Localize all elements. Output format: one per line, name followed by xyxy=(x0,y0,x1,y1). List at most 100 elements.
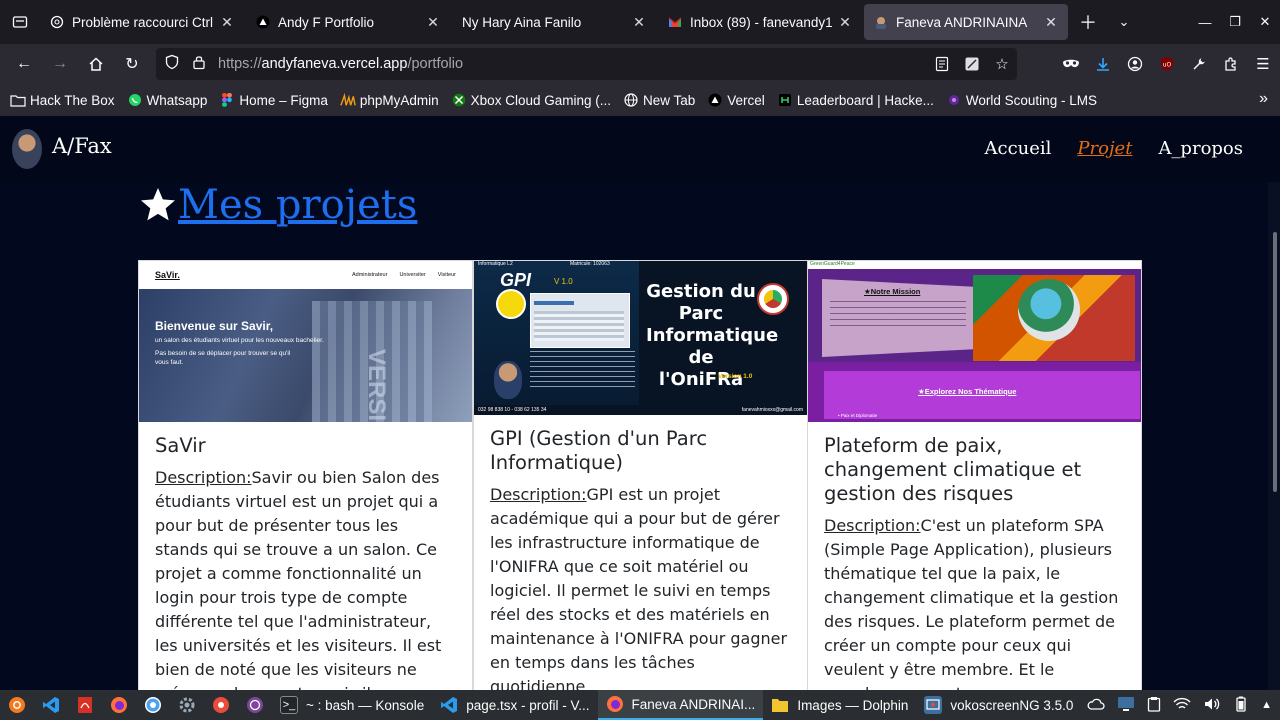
tab-ny-hary[interactable]: Ny Hary Aina Fanilo ✕ xyxy=(452,4,656,40)
card-body: Plateform de paix, changement climatique… xyxy=(808,422,1141,690)
task-label: Images — Dolphin xyxy=(797,697,909,713)
project-card-paix[interactable]: GreenGuard4Peace ★Notre Mission ★Explore… xyxy=(807,260,1142,690)
bookmark-new-tab[interactable]: New Tab xyxy=(623,92,695,108)
toolbar-icons: uO ☰ xyxy=(1062,48,1272,80)
navigation-toolbar: ← → ↻ https://andyfaneva.vercel.app/port… xyxy=(0,44,1280,84)
pinned-chrome[interactable] xyxy=(136,690,170,720)
tab-overflow-button[interactable]: ⌄ xyxy=(1106,4,1142,40)
download-icon[interactable] xyxy=(1094,55,1112,73)
back-button[interactable]: ← xyxy=(6,48,42,80)
launcher-button[interactable] xyxy=(0,690,34,720)
description-label: Description: xyxy=(155,468,252,487)
project-card-savir[interactable]: SaVir. Administrateur Universiter Visite… xyxy=(138,260,473,690)
thumb-big1: Gestion du xyxy=(646,281,756,302)
forward-button[interactable]: → xyxy=(42,48,78,80)
pinned-vscode[interactable] xyxy=(34,690,68,720)
task-vscode[interactable]: page.tsx - profil - V... xyxy=(432,690,597,720)
bookmark-figma[interactable]: Home – Figma xyxy=(219,92,328,108)
task-konsole[interactable]: >_ ~ : bash — Konsole xyxy=(272,690,432,720)
description-text: C'est un plateform SPA (Simple Page Appl… xyxy=(824,516,1119,690)
bookmark-xbox[interactable]: Xbox Cloud Gaming (... xyxy=(451,92,611,108)
tab-faneva-active[interactable]: Faneva ANDRINAINA ✕ xyxy=(864,4,1068,40)
close-tab-icon[interactable]: ✕ xyxy=(220,14,234,31)
tab-andy-portfolio[interactable]: Andy F Portfolio ✕ xyxy=(246,4,450,40)
pinned-firefox[interactable] xyxy=(102,690,136,720)
minimize-button[interactable]: — xyxy=(1190,7,1220,37)
thumb-logo: SaVir. xyxy=(155,270,180,280)
tray-expand-icon[interactable]: ▲ xyxy=(1261,699,1272,711)
bookmark-label: Xbox Cloud Gaming (... xyxy=(470,92,611,108)
wrench-icon[interactable] xyxy=(1190,55,1208,73)
thumb-mission: ★Notre Mission xyxy=(864,287,921,296)
site-header: A/Fax Accueil Projet A_propos xyxy=(0,116,1280,182)
pdf-icon xyxy=(78,697,92,713)
close-tab-icon[interactable]: ✕ xyxy=(1044,14,1058,31)
close-tab-icon[interactable]: ✕ xyxy=(426,14,440,31)
back-arrow-icon: ← xyxy=(16,55,32,72)
wifi-icon[interactable] xyxy=(1173,697,1191,714)
home-button[interactable] xyxy=(78,48,114,80)
project-card-gpi[interactable]: Informatique L2 Matricule: 102063 GPI V … xyxy=(473,260,808,690)
pinned-recorder[interactable] xyxy=(204,690,238,720)
page-title[interactable]: Mes projets xyxy=(178,182,417,228)
nav-link-projet[interactable]: Projet xyxy=(1077,138,1132,159)
maximize-button[interactable]: ❐ xyxy=(1220,7,1250,37)
bookmark-star-icon[interactable]: ☆ xyxy=(993,55,1011,73)
tab-title: Andy F Portfolio xyxy=(278,14,375,30)
private-mask-icon[interactable] xyxy=(1062,55,1080,73)
account-icon[interactable] xyxy=(1126,55,1144,73)
close-tab-icon[interactable]: ✕ xyxy=(632,14,646,31)
projects-heading: Mes projets xyxy=(138,182,417,228)
bookmark-world-scouting[interactable]: World Scouting - LMS xyxy=(946,92,1097,108)
hamburger-menu-icon[interactable]: ☰ xyxy=(1254,55,1272,73)
close-tab-icon[interactable]: ✕ xyxy=(838,14,852,31)
avatar[interactable] xyxy=(12,129,42,169)
bookmark-label: phpMyAdmin xyxy=(359,92,439,108)
pinned-settings[interactable] xyxy=(170,690,204,720)
close-icon: ✕ xyxy=(1259,14,1271,29)
project-thumbnail-savir: SaVir. Administrateur Universiter Visite… xyxy=(139,261,472,422)
bookmark-label: New Tab xyxy=(643,92,696,108)
new-tab-button[interactable]: ＋ xyxy=(1070,4,1106,40)
tab-gmail[interactable]: Inbox (89) - fanevandy1 ✕ xyxy=(658,4,862,40)
reload-button[interactable]: ↻ xyxy=(114,48,150,80)
pinned-pdf[interactable] xyxy=(68,690,102,720)
list-all-tabs-button[interactable] xyxy=(0,0,40,44)
nav-link-accueil[interactable]: Accueil xyxy=(984,138,1051,159)
nav-link-a-propos[interactable]: A_propos xyxy=(1158,138,1243,159)
url-bar[interactable]: https://andyfaneva.vercel.app/portfolio … xyxy=(156,48,1017,80)
url-text[interactable]: https://andyfaneva.vercel.app/portfolio xyxy=(218,56,463,72)
bookmark-hack-the-box[interactable]: Hack The Box xyxy=(10,92,115,108)
extensions-icon[interactable] xyxy=(1222,55,1240,73)
volume-icon[interactable] xyxy=(1203,697,1221,714)
task-dolphin[interactable]: Images — Dolphin xyxy=(763,690,916,720)
shield-icon xyxy=(164,54,180,74)
bookmark-vercel[interactable]: Vercel xyxy=(707,92,765,108)
clipboard-icon[interactable] xyxy=(1147,696,1161,715)
chevron-down-icon: ⌄ xyxy=(1118,14,1130,29)
scrollbar-thumb[interactable] xyxy=(1273,232,1277,492)
project-description: Description:Savir ou bien Salon des étud… xyxy=(155,466,456,690)
tab-chatgpt[interactable]: Problème raccourci Ctrl ✕ xyxy=(40,4,244,40)
bookmark-whatsapp[interactable]: Whatsapp xyxy=(127,92,207,108)
screen-recorder-tray-icon[interactable] xyxy=(1117,696,1135,715)
site-brand[interactable]: A/Fax xyxy=(52,134,112,158)
reader-view-icon[interactable] xyxy=(933,55,951,73)
chrome-icon xyxy=(145,697,161,713)
page-scrollbar[interactable] xyxy=(1268,182,1280,690)
ublock-origin-icon[interactable]: uO xyxy=(1158,55,1176,73)
screenshot-icon[interactable] xyxy=(963,55,981,73)
card-body: GPI (Gestion d'un Parc Informatique) Des… xyxy=(474,415,807,690)
cloud-icon[interactable] xyxy=(1087,697,1105,714)
bookmark-phpmyadmin[interactable]: phpMyAdmin xyxy=(340,92,439,108)
project-thumbnail-paix: GreenGuard4Peace ★Notre Mission ★Explore… xyxy=(808,261,1141,422)
settings-gear-icon xyxy=(179,697,195,713)
battery-icon[interactable] xyxy=(1233,696,1249,715)
bookmark-hackerrank[interactable]: Leaderboard | Hacke... xyxy=(777,92,934,108)
task-vokoscreen[interactable]: vokoscreenNG 3.5.0 xyxy=(916,690,1081,720)
pinned-tor[interactable] xyxy=(238,690,272,720)
star-icon xyxy=(141,188,175,221)
close-window-button[interactable]: ✕ xyxy=(1250,7,1280,37)
bookmarks-overflow-icon[interactable]: » xyxy=(1259,90,1268,108)
task-firefox[interactable]: Faneva ANDRINAI... xyxy=(597,690,764,720)
